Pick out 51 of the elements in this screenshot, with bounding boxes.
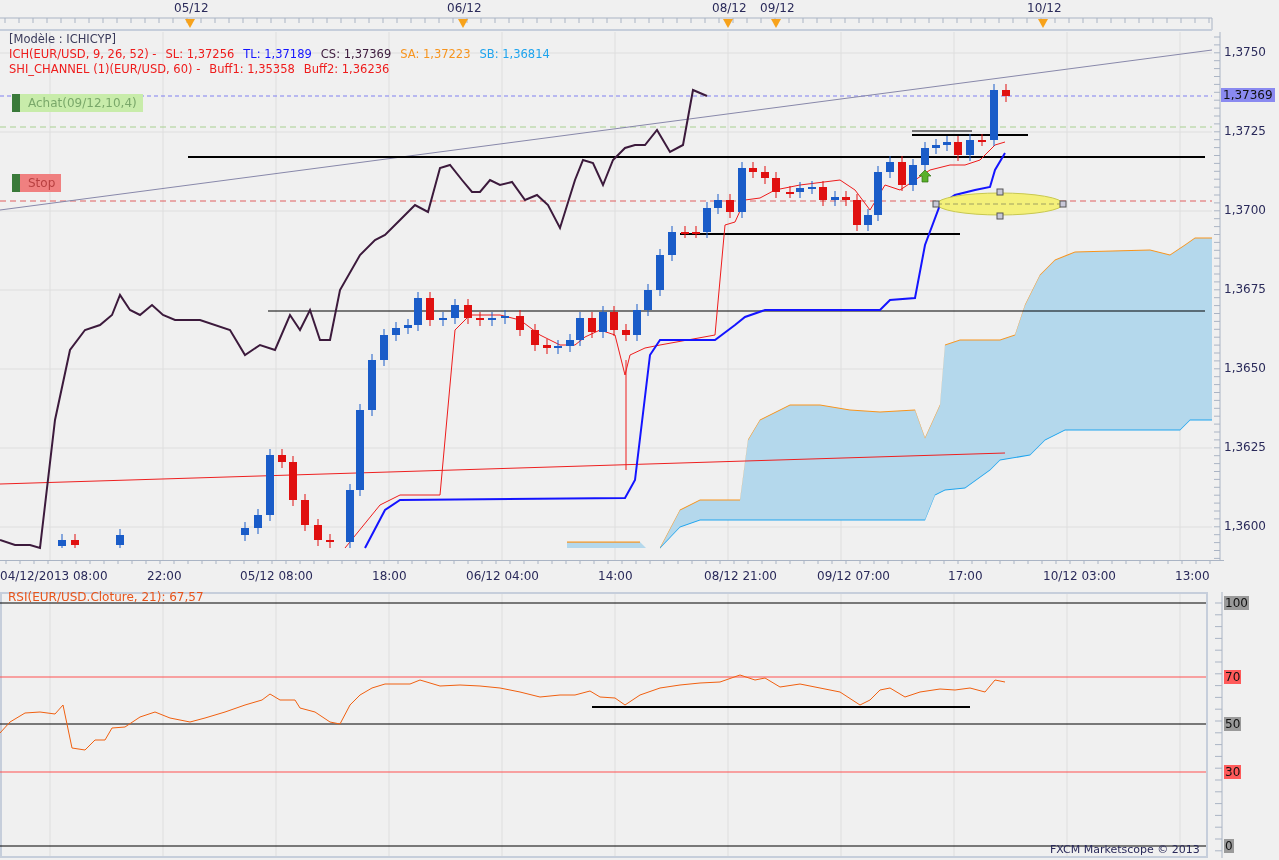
template-label: [Modèle : ICHICYP]	[9, 32, 116, 47]
support-line	[911, 130, 973, 132]
date-marker-icon[interactable]	[1038, 19, 1048, 28]
indicator-value: TL: 1,37189	[243, 47, 312, 62]
copyright-label: FXCM Marketscope © 2013	[1050, 843, 1200, 856]
indicator-label: ICH(EUR/USD, 9, 26, 52) -	[9, 47, 157, 62]
date-marker-icon[interactable]	[185, 19, 195, 28]
indicator-label: SHI_CHANNEL (1)(EUR/USD, 60) -	[9, 62, 201, 77]
price-tick-label: 1,3700	[1224, 203, 1266, 217]
date-marker-icon[interactable]	[771, 19, 781, 28]
date-marker-label: 05/12	[174, 1, 209, 15]
time-tick-label: 05/12 08:00	[240, 569, 313, 583]
date-marker-label: 10/12	[1027, 1, 1062, 15]
order-label[interactable]: Stop	[12, 174, 62, 192]
time-tick-label: 18:00	[372, 569, 407, 583]
price-tick-label: 1,3675	[1224, 282, 1266, 296]
price-tick-label: 1,3725	[1224, 124, 1266, 138]
time-tick-label: 22:00	[147, 569, 182, 583]
date-marker-label: 08/12	[712, 1, 747, 15]
time-tick-label: 14:00	[598, 569, 633, 583]
time-tick-label: 13:00	[1175, 569, 1210, 583]
indicator-value: CS: 1,37369	[320, 47, 392, 62]
price-tick-label: 1,3600	[1224, 519, 1266, 533]
time-tick-label: 10/12 03:00	[1043, 569, 1116, 583]
rsi-level-label: 70	[1224, 670, 1242, 684]
time-tick-label: 09/12 07:00	[817, 569, 890, 583]
indicator-value: SA: 1,37223	[400, 47, 471, 62]
current-price-label: 1,37369	[1221, 88, 1275, 102]
indicator-value: SB: 1,36814	[479, 47, 550, 62]
rsi-title: RSI(EUR/USD.Cloture, 21): 67,57	[8, 590, 204, 604]
price-tick-label: 1,3750	[1224, 45, 1266, 59]
up-arrow-icon	[918, 169, 932, 183]
time-tick-label: 08/12 21:00	[704, 569, 777, 583]
rsi-level-label: 50	[1224, 717, 1242, 731]
date-marker-icon[interactable]	[723, 19, 733, 28]
indicator-value: Buff2: 1,36236	[303, 62, 390, 77]
time-tick-label: 17:00	[948, 569, 983, 583]
order-label[interactable]: Achat(09/12,10,4)	[12, 94, 143, 112]
price-tick-label: 1,3650	[1224, 361, 1266, 375]
time-tick-label: 06/12 04:00	[466, 569, 539, 583]
ellipse-drawing[interactable]	[932, 188, 1067, 220]
indicator-value: SL: 1,37256	[165, 47, 235, 62]
price-tick-label: 1,3625	[1224, 440, 1266, 454]
date-marker-label: 09/12	[760, 1, 795, 15]
rsi-level-label: 0	[1224, 839, 1234, 853]
time-tick-label: 04/12/2013 08:00	[0, 569, 108, 583]
date-marker-label: 06/12	[447, 1, 482, 15]
rsi-level-label: 100	[1224, 596, 1249, 610]
rsi-level-label: 30	[1224, 765, 1242, 779]
indicator-value: Buff1: 1,35358	[209, 62, 295, 77]
date-marker-icon[interactable]	[458, 19, 468, 28]
